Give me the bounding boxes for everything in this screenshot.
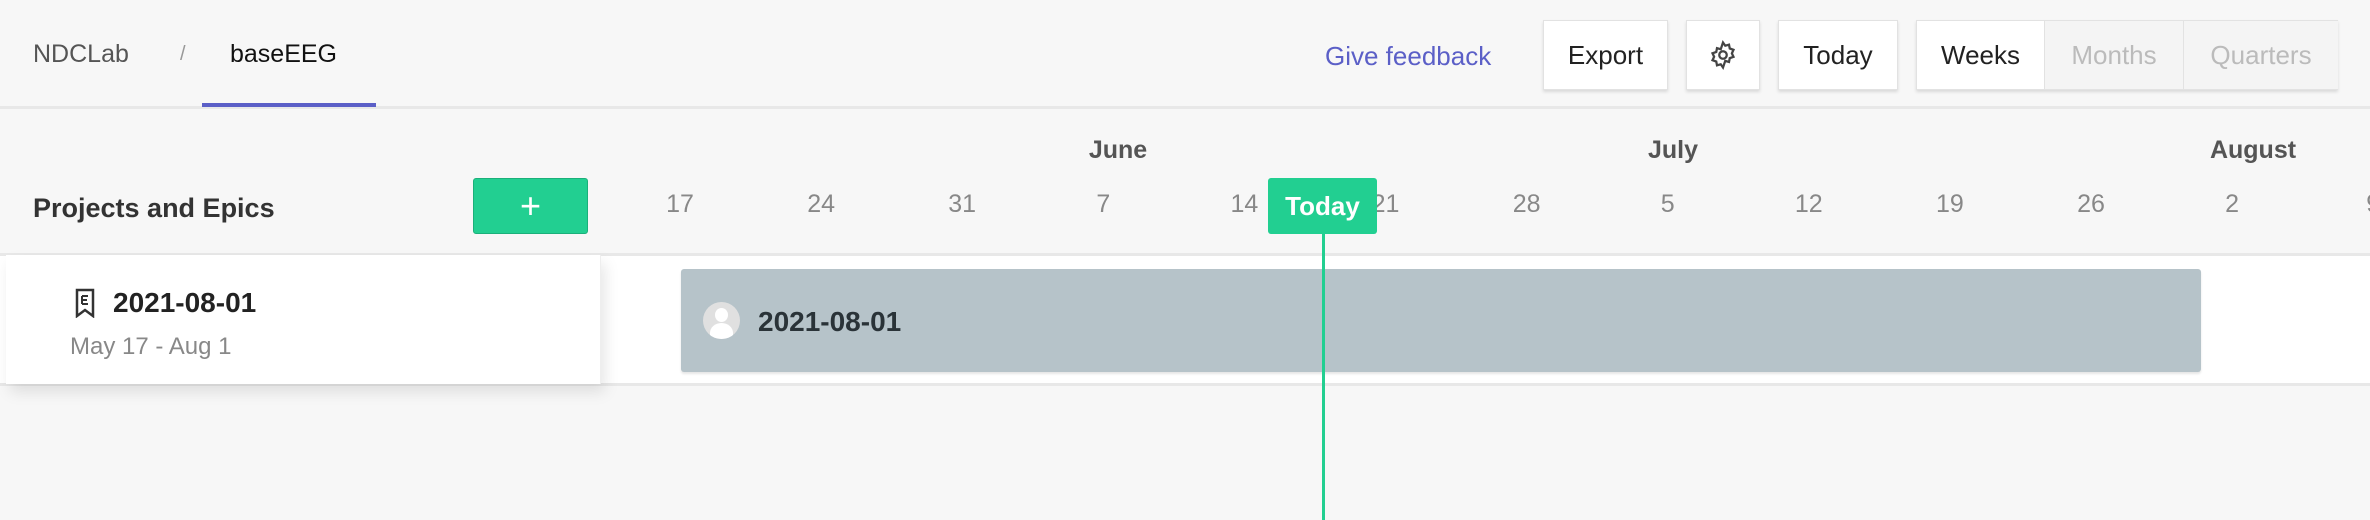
tab-baseeeg[interactable]: baseEEG (230, 40, 337, 69)
week-label: 12 (1794, 190, 1823, 218)
month-label: August (2209, 136, 2297, 164)
breadcrumb-separator: / (180, 43, 186, 65)
month-label: July (1647, 136, 1699, 164)
epic-bar-label: 2021-08-01 (758, 306, 902, 337)
projects-epics-title: Projects and Epics (33, 193, 275, 223)
week-label: 14 (1230, 190, 1259, 218)
week-label: 19 (1935, 190, 1964, 218)
today-marker[interactable]: Today (1268, 178, 1377, 234)
epic-title: 2021-08-01 (113, 287, 257, 318)
top-header: NDCLab / baseEEG Give feedback Export To… (0, 0, 2370, 109)
today-button[interactable]: Today (1778, 20, 1898, 90)
week-label: 17 (666, 190, 694, 218)
active-tab-indicator (202, 103, 376, 107)
give-feedback-link[interactable]: Give feedback (1325, 41, 1491, 72)
week-label: 5 (1660, 190, 1675, 218)
week-label: 24 (807, 190, 835, 218)
week-label: 31 (948, 190, 977, 218)
settings-button[interactable] (1686, 20, 1760, 90)
avatar (703, 302, 740, 339)
view-weeks[interactable]: Weeks (1917, 21, 2044, 89)
week-label: 9 (2366, 190, 2370, 219)
epic-dates: May 17 - Aug 1 (70, 333, 232, 360)
epic-timeline-bar[interactable]: 2021-08-01 (681, 269, 2201, 372)
week-label: 2 (2225, 190, 2240, 218)
view-months[interactable]: Months (2044, 21, 2183, 89)
view-quarters[interactable]: Quarters (2183, 21, 2338, 89)
breadcrumb-org[interactable]: NDCLab (33, 40, 129, 69)
week-label: 7 (1096, 190, 1111, 218)
month-label: June (1088, 136, 1148, 164)
add-epic-button[interactable]: + (473, 178, 588, 234)
gear-icon (1710, 40, 1736, 70)
epic-icon (75, 288, 95, 318)
epic-list-item[interactable]: 2021-08-01 May 17 - Aug 1 (6, 255, 601, 384)
week-label: 28 (1512, 190, 1541, 218)
today-line (1322, 230, 1325, 520)
week-label: 26 (2077, 190, 2105, 218)
export-button[interactable]: Export (1543, 20, 1668, 90)
view-switcher: Weeks Months Quarters (1916, 20, 2338, 90)
